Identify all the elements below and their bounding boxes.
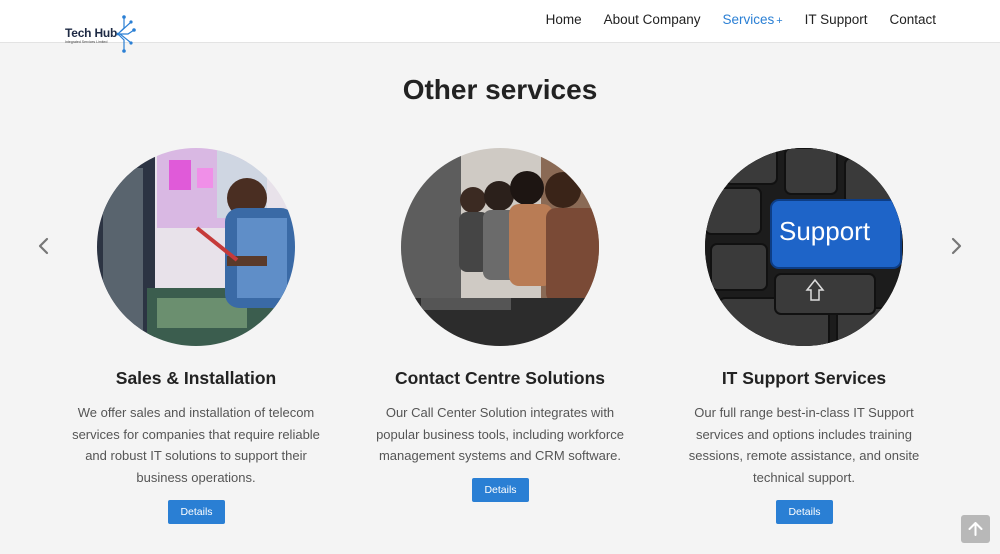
details-button[interactable]: Details [776, 500, 833, 524]
main-nav: Home About Company Services + IT Support … [546, 12, 936, 27]
nav-it-support[interactable]: IT Support [805, 12, 868, 27]
nav-about-company[interactable]: About Company [604, 12, 701, 27]
service-description: Our Call Center Solution integrates with… [376, 405, 624, 463]
nav-home[interactable]: Home [546, 12, 582, 27]
section-title: Other services [402, 74, 598, 105]
details-button[interactable]: Details [168, 500, 225, 524]
site-logo[interactable]: Tech Hub Integrated Services Limited [62, 12, 142, 58]
service-description: Our full range best-in-class IT Support … [688, 405, 920, 485]
site-header: Tech Hub Integrated Services Limited Hom… [0, 0, 1000, 53]
nav-services[interactable]: Services + [722, 12, 782, 27]
service-title: IT Support Services [721, 368, 887, 388]
service-image-call-center [401, 148, 599, 346]
nav-services-label: Services [722, 12, 775, 27]
service-title: Contact Centre Solutions [394, 368, 605, 388]
service-card-contact-centre: Contact Centre Solutions Our Call Center… [350, 148, 650, 528]
logo-circuit-icon [116, 15, 136, 53]
service-description: We offer sales and installation of telec… [72, 405, 320, 485]
support-key-text: Support [779, 216, 871, 246]
service-card-sales-installation: Sales & Installation We offer sales and … [46, 148, 346, 528]
nav-contact[interactable]: Contact [889, 12, 936, 27]
service-image-support-key: Support [705, 148, 903, 346]
details-button[interactable]: Details [472, 478, 529, 502]
service-title: Sales & Installation [115, 368, 277, 388]
nav-services-expand-icon: + [776, 15, 783, 27]
arrow-up-icon [968, 522, 983, 536]
service-image-technician [97, 148, 295, 346]
service-card-it-support: Support IT Support Services Our full ran… [654, 148, 954, 528]
logo-tagline: Integrated Services Limited [65, 40, 108, 44]
scroll-to-top-button[interactable] [961, 515, 990, 543]
